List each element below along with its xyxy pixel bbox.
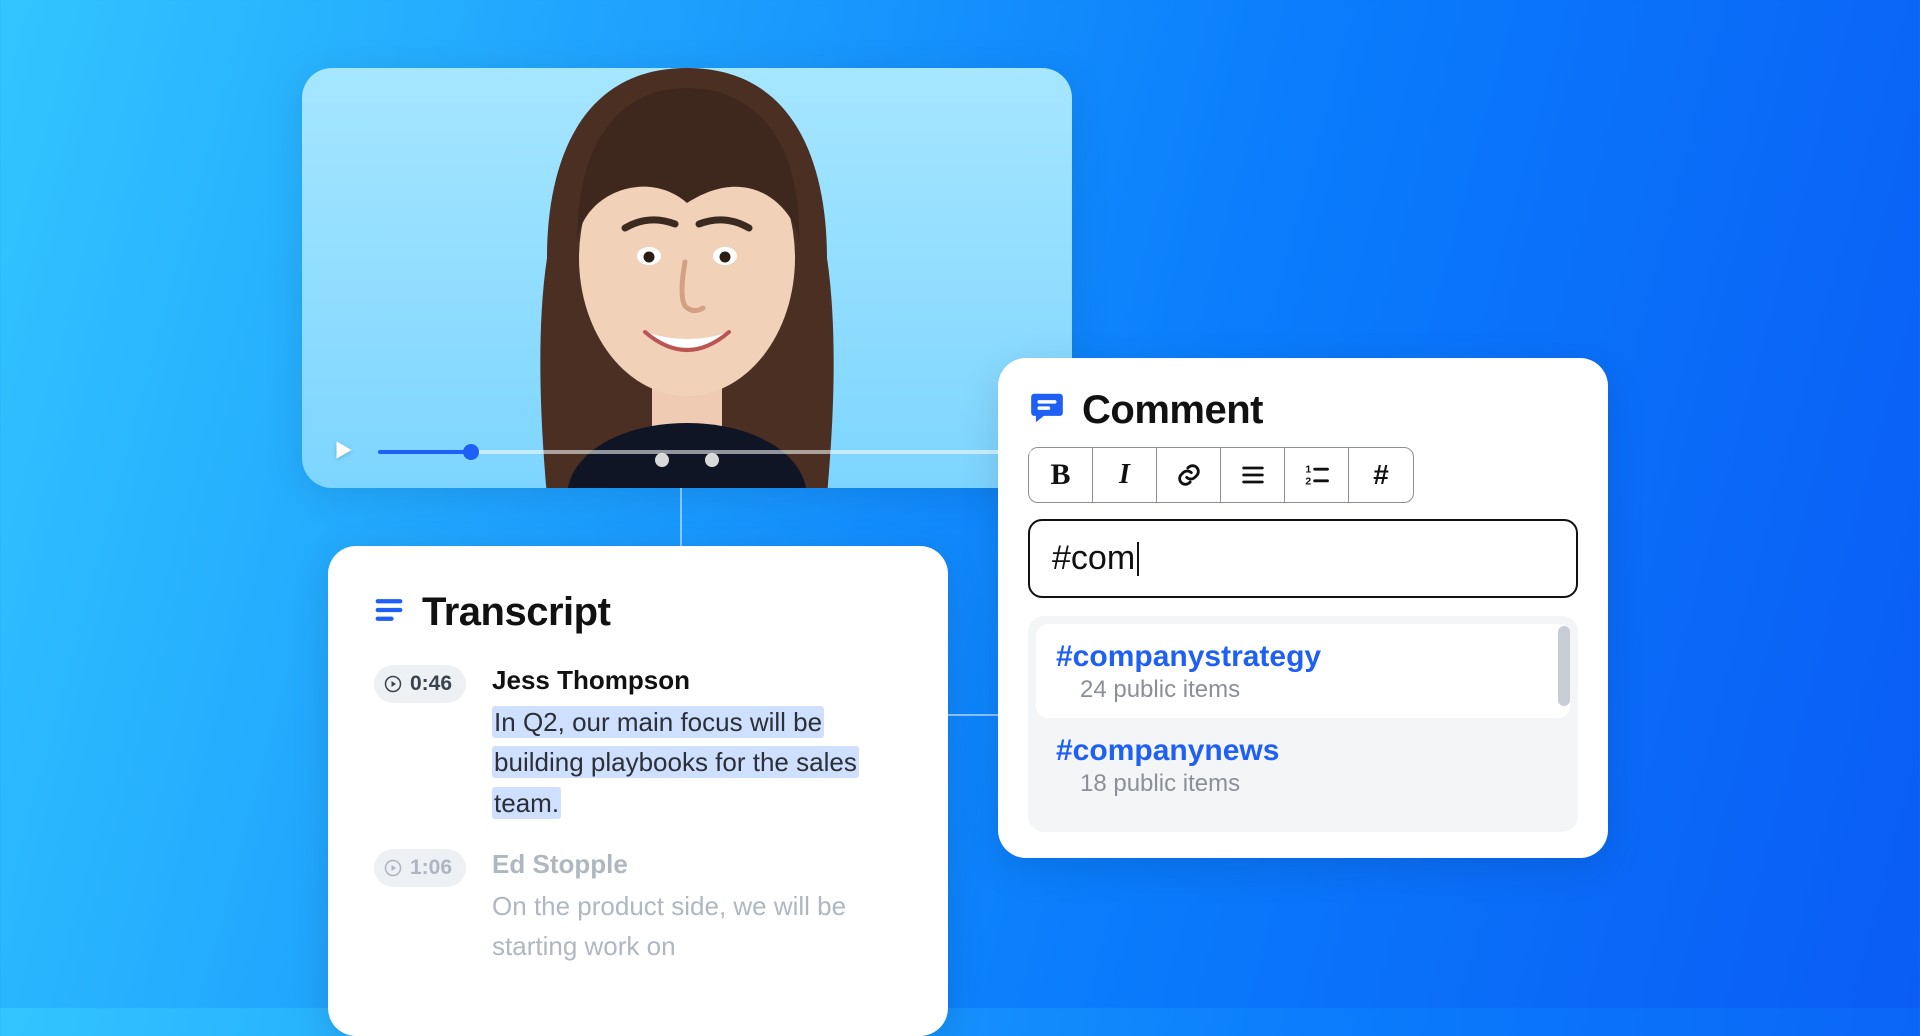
tag-suggestion[interactable]: #companystrategy 24 public items	[1036, 624, 1570, 718]
video-seek-knob[interactable]	[463, 444, 479, 460]
transcript-icon	[374, 595, 404, 630]
speaker-name: Jess Thompson	[492, 665, 902, 696]
transcript-text[interactable]: On the product side, we will be starting…	[492, 886, 902, 967]
video-seek-track[interactable]	[378, 450, 1044, 454]
connector-line-horizontal	[922, 714, 1002, 716]
numbered-list-button[interactable]: 12	[1285, 448, 1349, 502]
tag-name: #companynews	[1056, 734, 1550, 768]
transcript-title: Transcript	[422, 590, 610, 635]
transcript-entry: 1:06 Ed Stopple On the product side, we …	[374, 849, 902, 967]
comment-title: Comment	[1082, 388, 1263, 433]
comment-input[interactable]: #com	[1028, 519, 1578, 598]
svg-text:2: 2	[1305, 475, 1311, 487]
comment-card: Comment B I 12 # #com #companystrategy 2…	[998, 358, 1608, 858]
tag-suggestion[interactable]: #companynews 18 public items	[1036, 718, 1570, 812]
timestamp-chip[interactable]: 0:46	[374, 665, 466, 703]
transcript-card: Transcript 0:46 Jess Thompson In Q2, our…	[328, 546, 948, 1036]
timestamp-chip[interactable]: 1:06	[374, 849, 466, 887]
bullet-list-button[interactable]	[1221, 448, 1285, 502]
bullet-list-icon	[1239, 461, 1267, 489]
play-circle-icon	[384, 859, 402, 877]
timestamp-label: 1:06	[410, 856, 452, 880]
italic-button[interactable]: I	[1093, 448, 1157, 502]
transcript-entry: 0:46 Jess Thompson In Q2, our main focus…	[374, 665, 902, 823]
play-icon[interactable]	[330, 437, 356, 468]
svg-text:1: 1	[1305, 464, 1311, 476]
video-progress-fill	[378, 450, 471, 454]
numbered-list-icon: 12	[1303, 461, 1331, 489]
comment-input-value: #com	[1052, 539, 1135, 578]
link-icon	[1175, 461, 1203, 489]
tag-name: #companystrategy	[1056, 640, 1550, 674]
video-card	[302, 68, 1072, 488]
timestamp-label: 0:46	[410, 672, 452, 696]
scrollbar-thumb[interactable]	[1558, 626, 1570, 706]
tag-meta: 24 public items	[1056, 676, 1550, 704]
video-player-bar	[302, 416, 1072, 488]
tag-suggestions: #companystrategy 24 public items #compan…	[1028, 616, 1578, 832]
format-toolbar: B I 12 #	[1028, 447, 1414, 503]
text-cursor	[1137, 542, 1139, 576]
play-circle-icon	[384, 675, 402, 693]
speaker-name: Ed Stopple	[492, 849, 902, 880]
tag-meta: 18 public items	[1056, 770, 1550, 798]
hashtag-button[interactable]: #	[1349, 448, 1413, 502]
transcript-text[interactable]: In Q2, our main focus will be building p…	[492, 702, 902, 823]
link-button[interactable]	[1157, 448, 1221, 502]
